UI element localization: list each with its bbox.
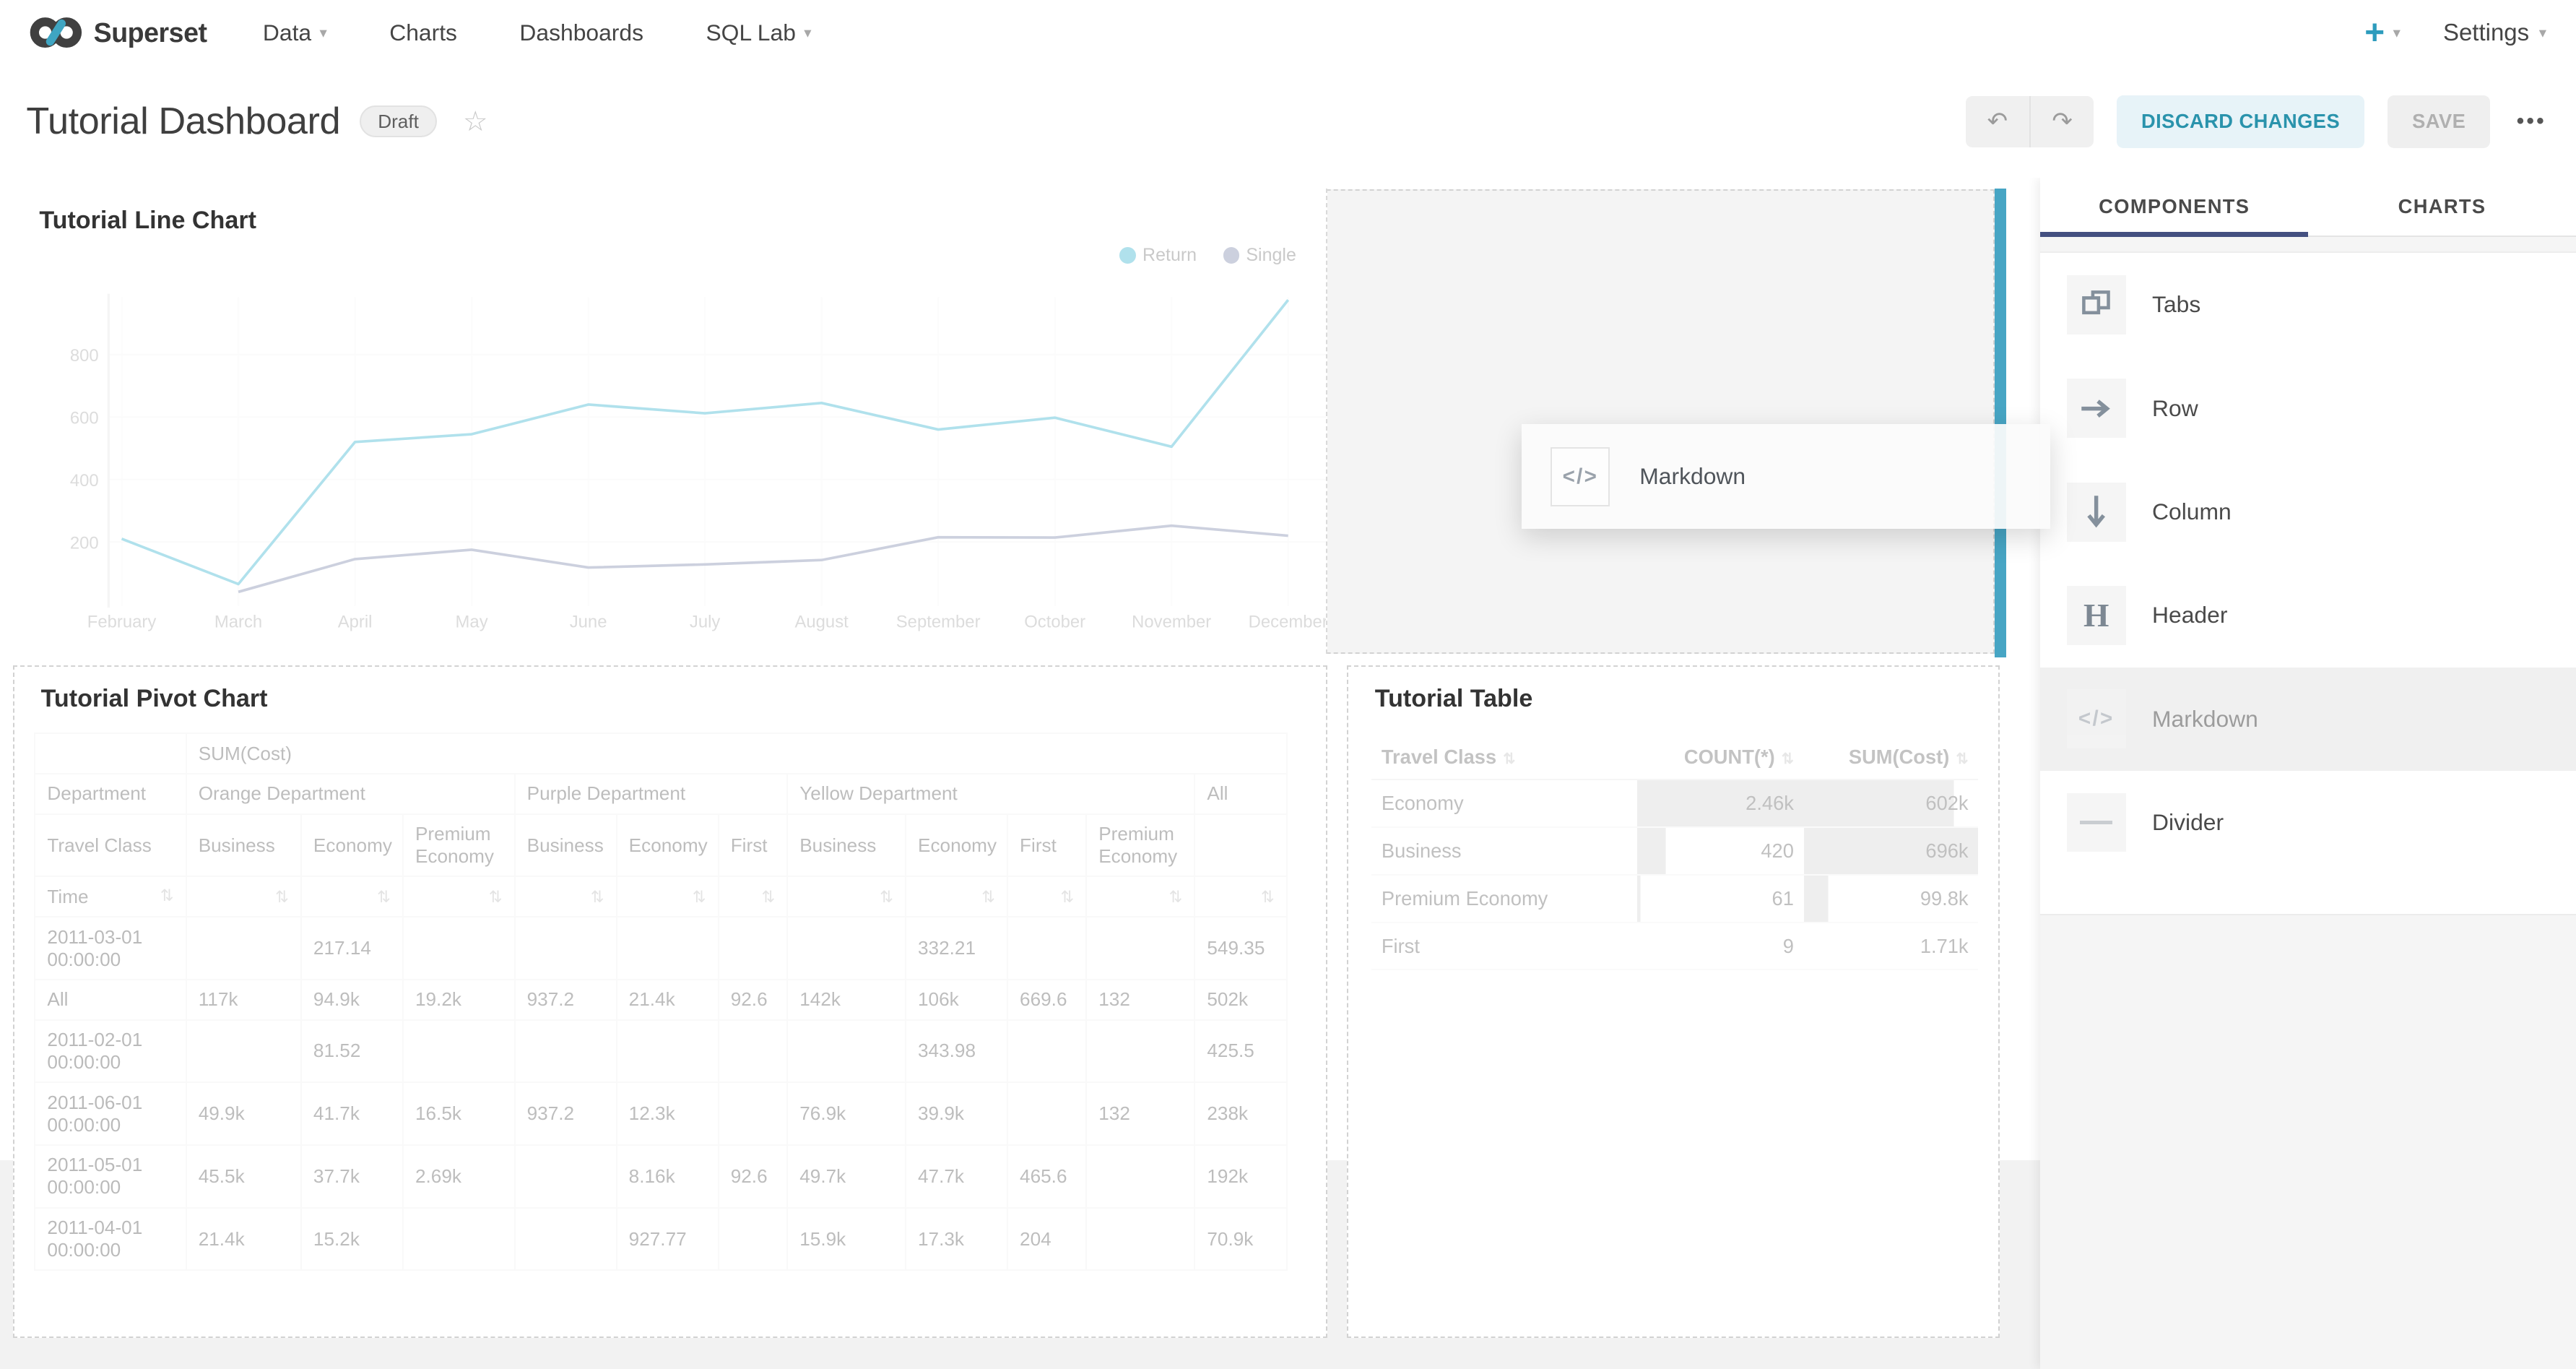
svg-text:December: December — [1248, 613, 1327, 632]
sidebar-tabs: COMPONENTSCHARTS — [2040, 178, 2576, 237]
tab-components[interactable]: COMPONENTS — [2040, 178, 2308, 236]
svg-text:July: July — [689, 613, 720, 632]
markdown-icon: </> — [1551, 447, 1610, 506]
builder-sidebar: COMPONENTSCHARTS TabsRowColumnHHeader</>… — [2040, 178, 2576, 1369]
legend-item-single[interactable]: Single — [1223, 245, 1296, 266]
divider-icon — [2067, 793, 2126, 852]
row-icon — [2067, 379, 2126, 438]
data-table: Travel Class⇅COUNT(*)⇅SUM(Cost)⇅Economy2… — [1371, 736, 1978, 971]
chevron-down-icon: ▾ — [2393, 24, 2401, 42]
pivot-row: 2011-05-01 00:00:0045.5k37.7k2.69k8.16k9… — [35, 1145, 1286, 1208]
svg-text:May: May — [455, 613, 487, 632]
pivot-table: SUM(Cost)DepartmentOrange DepartmentPurp… — [34, 733, 1287, 1271]
superset-dashboard-editor: Superset Data▾ Charts Dashboards SQL Lab▾ +… — [0, 0, 2576, 1369]
plus-icon: + — [2364, 16, 2385, 51]
infinity-logo-icon — [30, 14, 82, 51]
svg-text:August: August — [794, 613, 849, 632]
chevron-down-icon: ▾ — [804, 24, 811, 42]
tab-charts[interactable]: CHARTS — [2308, 178, 2576, 236]
pivot-chart-card[interactable]: Tutorial Pivot Chart SUM(Cost)Department… — [13, 665, 1327, 1337]
drag-ghost-label: Markdown — [1639, 463, 1745, 490]
component-item-header[interactable]: HHeader — [2040, 563, 2576, 667]
nav-item-sql-lab[interactable]: SQL Lab▾ — [706, 20, 811, 46]
svg-text:September: September — [895, 613, 980, 632]
sidebar-empty-area — [2040, 914, 2576, 1369]
table-row: Business420696k — [1371, 827, 1978, 875]
markdown-drag-ghost[interactable]: </> Markdown — [1522, 424, 2051, 530]
chevron-down-icon: ▾ — [319, 24, 326, 42]
sidebar-strip — [2040, 237, 2576, 254]
status-badge: Draft — [360, 105, 436, 137]
markdown-icon: </> — [2067, 689, 2126, 748]
more-options-button[interactable]: ••• — [2513, 109, 2549, 134]
pivot-row: 2011-06-01 00:00:0049.9k41.7k16.5k937.21… — [35, 1082, 1286, 1145]
dashboard-canvas: Tutorial Line Chart Return Single Februar… — [0, 178, 2040, 1369]
superset-logo[interactable]: Superset — [30, 14, 207, 51]
pivot-row: 2011-02-01 00:00:0081.52343.98425.5 — [35, 1020, 1286, 1083]
grid-row-line-chart[interactable]: Tutorial Line Chart Return Single Februar… — [13, 189, 1994, 655]
legend-item-return[interactable]: Return — [1119, 245, 1197, 266]
discard-changes-button[interactable]: DISCARD CHANGES — [2117, 95, 2364, 148]
svg-text:800: 800 — [69, 346, 98, 366]
component-item-markdown[interactable]: </>Markdown — [2040, 668, 2576, 771]
legend-dot-icon — [1119, 247, 1136, 264]
chart-title: Tutorial Table — [1375, 685, 1533, 713]
svg-text:March: March — [214, 613, 261, 632]
component-item-row[interactable]: Row — [2040, 357, 2576, 460]
pivot-row: 2011-03-01 00:00:00217.14332.21549.35 — [35, 917, 1286, 980]
drop-indicator-bar — [1995, 189, 2006, 657]
component-list: TabsRowColumnHHeader</>MarkdownDivider — [2040, 253, 2576, 874]
nav-menu: Data▾ Charts Dashboards SQL Lab▾ — [263, 20, 812, 46]
component-item-column[interactable]: Column — [2040, 460, 2576, 563]
svg-text:February: February — [87, 613, 156, 632]
table-chart-card[interactable]: Tutorial Table Travel Class⇅COUNT(*)⇅SUM… — [1347, 665, 1999, 1337]
nav-item-charts[interactable]: Charts — [389, 20, 457, 46]
pivot-row: 2011-04-01 00:00:0021.4k15.2k927.7715.9k… — [35, 1208, 1286, 1271]
settings-label: Settings — [2443, 19, 2529, 46]
table-row: Premium Economy6199.8k — [1371, 875, 1978, 923]
svg-text:200: 200 — [69, 534, 98, 553]
page-title: Tutorial Dashboard — [26, 100, 340, 143]
svg-text:400: 400 — [69, 471, 98, 491]
favorite-star-icon[interactable]: ☆ — [463, 105, 488, 138]
line-chart-card[interactable]: Tutorial Line Chart Return Single Februar… — [13, 189, 1327, 654]
tabs-icon — [2067, 275, 2126, 334]
undo-button[interactable]: ↶ — [1966, 96, 2030, 147]
brand-name: Superset — [94, 17, 207, 48]
svg-text:October: October — [1024, 613, 1085, 632]
chart-title: Tutorial Pivot Chart — [41, 685, 268, 713]
save-button[interactable]: SAVE — [2388, 95, 2490, 148]
nav-item-dashboards[interactable]: Dashboards — [519, 20, 643, 46]
line-chart: February March April May June July August Septe… — [53, 284, 1327, 636]
pivot-row: All117k94.9k19.2k937.221.4k92.6142k106k6… — [35, 980, 1286, 1020]
legend-dot-icon — [1223, 247, 1240, 264]
redo-button[interactable]: ↷ — [2029, 96, 2094, 147]
new-item-button[interactable]: + ▾ — [2364, 16, 2401, 51]
settings-menu[interactable]: Settings ▾ — [2443, 19, 2546, 46]
svg-text:June: June — [569, 613, 607, 632]
component-item-tabs[interactable]: Tabs — [2040, 253, 2576, 356]
chart-legend: Return Single — [1119, 245, 1296, 266]
component-item-divider[interactable]: Divider — [2040, 771, 2576, 874]
svg-text:April: April — [337, 613, 372, 632]
nav-item-data[interactable]: Data▾ — [263, 20, 327, 46]
header-icon: H — [2067, 586, 2126, 645]
column-icon — [2067, 483, 2126, 542]
svg-text:November: November — [1132, 613, 1211, 632]
table-row: First91.71k — [1371, 923, 1978, 970]
dashboard-header: Tutorial Dashboard Draft ☆ ↶ ↷ DISCARD C… — [0, 66, 2576, 178]
chevron-down-icon: ▾ — [2539, 24, 2546, 42]
navbar: Superset Data▾ Charts Dashboards SQL Lab▾ +… — [0, 0, 2576, 66]
table-row: Economy2.46k602k — [1371, 779, 1978, 827]
chart-title: Tutorial Line Chart — [39, 207, 256, 235]
svg-text:600: 600 — [69, 409, 98, 428]
undo-redo-group: ↶ ↷ — [1966, 96, 2094, 147]
